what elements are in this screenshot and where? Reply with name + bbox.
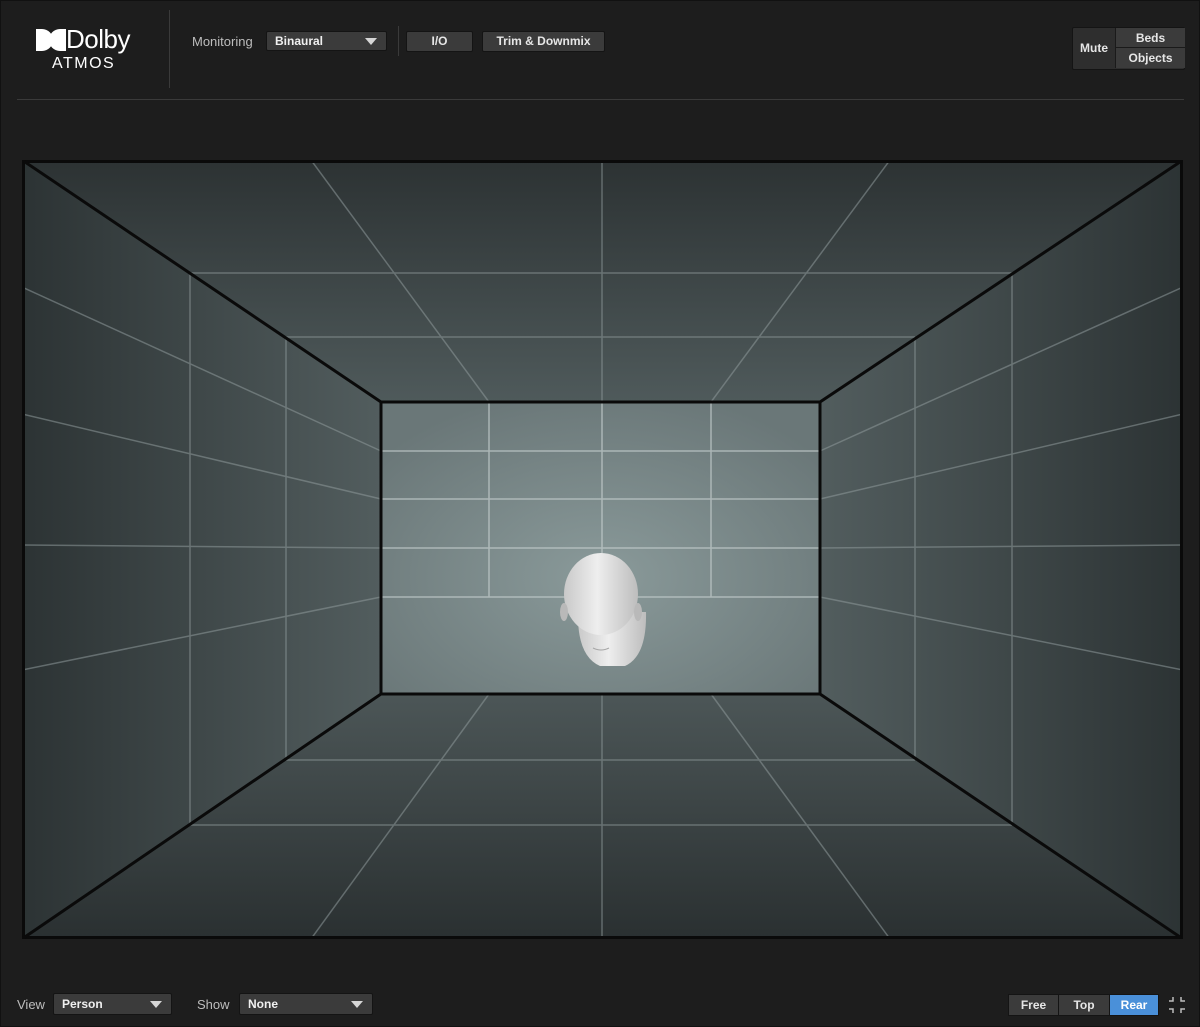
logo-divider bbox=[169, 10, 170, 88]
view-dropdown[interactable]: Person bbox=[53, 993, 172, 1015]
brand-name: Dolby bbox=[66, 24, 130, 54]
view-value: Person bbox=[62, 997, 103, 1011]
mute-label: Mute bbox=[1080, 41, 1108, 55]
toolbar-separator bbox=[398, 26, 399, 56]
header-bar: Dolby ATMOS Monitoring Binaural I/O Trim… bbox=[0, 0, 1200, 100]
chevron-down-icon bbox=[150, 1001, 162, 1008]
header-divider bbox=[17, 99, 1184, 100]
chevron-down-icon bbox=[365, 38, 377, 45]
collapse-icon[interactable] bbox=[1168, 996, 1186, 1014]
mute-beds-button[interactable]: Beds bbox=[1115, 28, 1185, 48]
camera-rear-button[interactable]: Rear bbox=[1109, 994, 1159, 1016]
monitoring-label: Monitoring bbox=[192, 34, 253, 49]
dolby-double-d-icon bbox=[36, 29, 66, 51]
mute-group: Mute Beds Objects bbox=[1072, 27, 1185, 70]
dolby-atmos-logo: Dolby ATMOS bbox=[34, 24, 144, 76]
brand-product: ATMOS bbox=[52, 55, 116, 72]
show-dropdown[interactable]: None bbox=[239, 993, 373, 1015]
camera-top-button[interactable]: Top bbox=[1058, 994, 1110, 1016]
show-value: None bbox=[248, 997, 278, 1011]
monitoring-dropdown[interactable]: Binaural bbox=[266, 31, 387, 51]
mute-objects-button[interactable]: Objects bbox=[1115, 48, 1185, 68]
io-button[interactable]: I/O bbox=[406, 31, 473, 52]
chevron-down-icon bbox=[351, 1001, 363, 1008]
camera-free-button[interactable]: Free bbox=[1008, 994, 1059, 1016]
room-viewport[interactable] bbox=[22, 160, 1183, 939]
monitoring-value: Binaural bbox=[275, 34, 324, 48]
show-label: Show bbox=[197, 997, 230, 1012]
trim-downmix-button[interactable]: Trim & Downmix bbox=[482, 31, 605, 52]
view-label: View bbox=[17, 997, 45, 1012]
